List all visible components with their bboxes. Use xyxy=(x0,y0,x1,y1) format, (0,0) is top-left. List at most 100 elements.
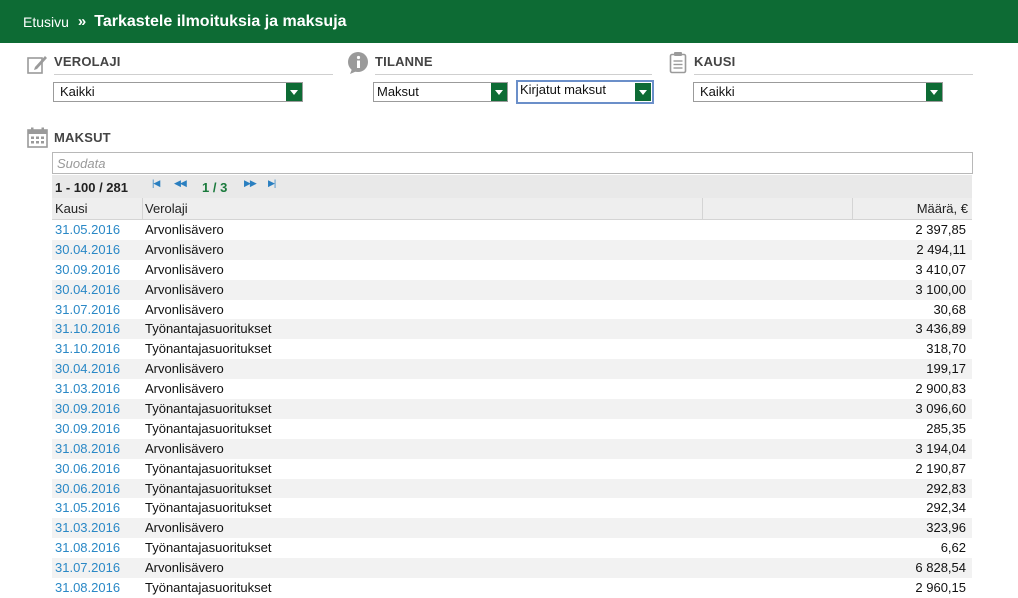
cell-kausi-link[interactable]: 31.05.2016 xyxy=(55,498,120,518)
verolaji-select[interactable]: Kaikki xyxy=(53,82,303,102)
table-row[interactable]: 30.09.2016 Työnantajasuoritukset 3 096,60 xyxy=(52,399,972,419)
chevron-down-icon[interactable] xyxy=(286,83,302,101)
table-row[interactable]: 31.05.2016 Arvonlisävero 2 397,85 xyxy=(52,220,972,240)
table-row[interactable]: 30.09.2016 Työnantajasuoritukset 285,35 xyxy=(52,419,972,439)
edit-icon xyxy=(27,56,47,74)
cell-maara: 3 194,04 xyxy=(915,440,966,456)
cell-verolaji: Työnantajasuoritukset xyxy=(145,401,272,417)
clipboard-icon xyxy=(669,52,687,74)
table-row[interactable]: 31.10.2016 Työnantajasuoritukset 3 436,89 xyxy=(52,319,972,340)
column-header-maara[interactable]: Määrä, € xyxy=(853,198,972,219)
table-row[interactable]: 31.07.2016 Arvonlisävero 30,68 xyxy=(52,300,972,320)
cell-kausi-link[interactable]: 30.04.2016 xyxy=(55,359,120,379)
cell-maara: 2 900,83 xyxy=(915,381,966,397)
cell-kausi-link[interactable]: 30.09.2016 xyxy=(55,419,120,439)
cell-kausi-link[interactable]: 31.08.2016 xyxy=(55,439,120,459)
cell-kausi-link[interactable]: 31.03.2016 xyxy=(55,518,120,538)
previous-page-icon[interactable]: ◀◀ xyxy=(174,178,187,189)
cell-kausi-link[interactable]: 30.09.2016 xyxy=(55,260,120,280)
pagination-bar: 1 - 100 / 281 |◀ ◀◀ 1 / 3 ▶▶ ▶| xyxy=(52,175,972,198)
breadcrumb-separator: » xyxy=(77,13,87,30)
info-icon xyxy=(348,52,368,74)
table-row[interactable]: 31.05.2016 Työnantajasuoritukset 292,34 xyxy=(52,498,972,518)
cell-kausi-link[interactable]: 31.07.2016 xyxy=(55,558,120,578)
verolaji-select-value: Kaikki xyxy=(60,84,95,99)
cell-maara: 318,70 xyxy=(926,341,966,357)
calendar-icon xyxy=(27,127,48,148)
table-row[interactable]: 30.04.2016 Arvonlisävero 2 494,11 xyxy=(52,239,972,260)
column-header-kausi[interactable]: Kausi xyxy=(52,198,143,219)
last-page-icon[interactable]: ▶| xyxy=(268,178,276,189)
table-row[interactable]: 30.04.2016 Arvonlisävero 199,17 xyxy=(52,359,972,380)
chevron-down-icon[interactable] xyxy=(926,83,942,101)
cell-verolaji: Arvonlisävero xyxy=(145,261,224,277)
cell-kausi-link[interactable]: 30.09.2016 xyxy=(55,399,120,419)
cell-kausi-link[interactable]: 30.04.2016 xyxy=(55,280,120,300)
cell-kausi-link[interactable]: 30.04.2016 xyxy=(55,240,120,260)
tilanne-type-select[interactable]: Maksut xyxy=(373,82,508,102)
cell-verolaji: Arvonlisävero xyxy=(145,520,224,536)
table-row[interactable]: 31.10.2016 Työnantajasuoritukset 318,70 xyxy=(52,339,972,359)
cell-kausi-link[interactable]: 31.07.2016 xyxy=(55,300,120,320)
table-row[interactable]: 31.08.2016 Arvonlisävero 3 194,04 xyxy=(52,438,972,459)
cell-verolaji: Arvonlisävero xyxy=(145,560,224,576)
cell-maara: 292,83 xyxy=(926,480,966,496)
column-header-maara-label: Määrä, € xyxy=(916,201,968,216)
column-header-kausi-label: Kausi xyxy=(55,201,88,216)
tilanne-type-value: Maksut xyxy=(377,84,419,99)
table-row[interactable]: 30.06.2016 Työnantajasuoritukset 2 190,87 xyxy=(52,459,972,479)
table-row[interactable]: 30.09.2016 Arvonlisävero 3 410,07 xyxy=(52,260,972,280)
tilanne-status-value: Kirjatut maksut xyxy=(520,82,606,97)
cell-kausi-link[interactable]: 30.06.2016 xyxy=(55,459,120,479)
cell-verolaji: Työnantajasuoritukset xyxy=(145,480,272,496)
table-row[interactable]: 31.07.2016 Arvonlisävero 6 828,54 xyxy=(52,558,972,579)
table-row[interactable]: 31.03.2016 Arvonlisävero 2 900,83 xyxy=(52,379,972,399)
tilanne-status-select[interactable]: Kirjatut maksut xyxy=(516,80,654,104)
table-row[interactable]: 30.04.2016 Arvonlisävero 3 100,00 xyxy=(52,279,972,300)
cell-verolaji: Työnantajasuoritukset xyxy=(145,321,272,337)
cell-maara: 285,35 xyxy=(926,420,966,436)
top-bar: Etusivu » Tarkastele ilmoituksia ja maks… xyxy=(0,0,1018,43)
cell-verolaji: Työnantajasuoritukset xyxy=(145,341,272,357)
kausi-section-header: KAUSI xyxy=(694,54,973,75)
cell-kausi-link[interactable]: 31.10.2016 xyxy=(55,319,120,339)
first-page-icon[interactable]: |◀ xyxy=(152,178,160,189)
chevron-down-icon[interactable] xyxy=(635,83,651,101)
cell-verolaji: Työnantajasuoritukset xyxy=(145,540,272,556)
table-filter-input[interactable] xyxy=(52,152,973,174)
cell-verolaji: Työnantajasuoritukset xyxy=(145,420,272,436)
cell-verolaji: Arvonlisävero xyxy=(145,440,224,456)
maksut-label: MAKSUT xyxy=(54,130,111,145)
cell-maara: 2 494,11 xyxy=(916,241,966,257)
cell-maara: 199,17 xyxy=(926,361,966,377)
chevron-down-icon[interactable] xyxy=(491,83,507,101)
cell-verolaji: Arvonlisävero xyxy=(145,301,224,317)
current-page: 1 / 3 xyxy=(202,180,228,195)
verolaji-section-header: VEROLAJI xyxy=(54,54,333,75)
table-row[interactable]: 31.03.2016 Arvonlisävero 323,96 xyxy=(52,518,972,539)
table-row[interactable]: 31.08.2016 Työnantajasuoritukset 6,62 xyxy=(52,538,972,558)
cell-kausi-link[interactable]: 31.05.2016 xyxy=(55,220,120,240)
table-body: 31.05.2016 Arvonlisävero 2 397,85 30.04.201… xyxy=(52,220,972,598)
cell-maara: 323,96 xyxy=(926,520,966,536)
cell-kausi-link[interactable]: 31.10.2016 xyxy=(55,339,120,359)
cell-kausi-link[interactable]: 31.08.2016 xyxy=(55,538,120,558)
cell-kausi-link[interactable]: 30.06.2016 xyxy=(55,479,120,499)
column-header-empty[interactable] xyxy=(703,198,853,219)
cell-maara: 2 397,85 xyxy=(915,222,966,237)
kausi-select[interactable]: Kaikki xyxy=(693,82,943,102)
cell-verolaji: Arvonlisävero xyxy=(145,281,224,297)
verolaji-label: VEROLAJI xyxy=(54,54,121,69)
cell-maara: 3 436,89 xyxy=(915,321,966,337)
next-page-icon[interactable]: ▶▶ xyxy=(244,178,257,189)
cell-kausi-link[interactable]: 31.03.2016 xyxy=(55,379,120,399)
column-header-verolaji[interactable]: Verolaji xyxy=(143,198,703,219)
cell-verolaji: Arvonlisävero xyxy=(145,222,224,237)
breadcrumb-home-link[interactable]: Etusivu xyxy=(23,14,69,30)
cell-verolaji: Arvonlisävero xyxy=(145,361,224,377)
record-range: 1 - 100 / 281 xyxy=(55,180,128,195)
column-header-verolaji-label: Verolaji xyxy=(145,201,188,216)
table-row[interactable]: 30.06.2016 Työnantajasuoritukset 292,83 xyxy=(52,478,972,499)
cell-maara: 2 190,87 xyxy=(915,460,966,476)
kausi-select-value: Kaikki xyxy=(700,84,735,99)
